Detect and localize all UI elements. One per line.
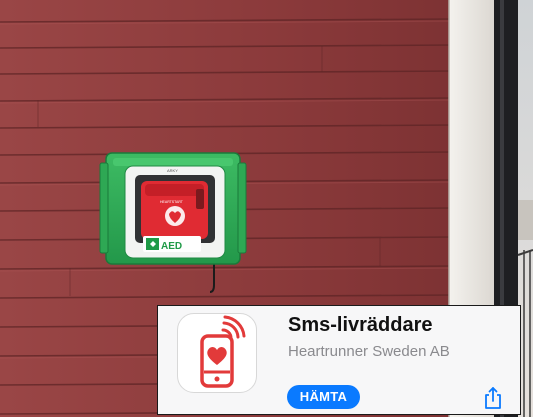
share-icon[interactable]	[483, 386, 503, 410]
app-store-card[interactable]: Sms-livräddare Heartrunner Sweden AB HÄM…	[157, 305, 521, 415]
app-name: Sms-livräddare	[288, 314, 433, 336]
aed-cabinet: AED ARKY HEARTSTART	[99, 152, 247, 265]
cabinet-aed-label: AED	[161, 241, 182, 252]
app-developer: Heartrunner Sweden AB	[288, 343, 450, 360]
phone-heart-signal-icon	[200, 315, 246, 388]
get-button[interactable]: HÄMTA	[287, 385, 360, 409]
cabinet-brand-label: ARKY	[167, 168, 178, 173]
app-icon[interactable]	[177, 313, 257, 393]
defibrillator-label: HEARTSTART	[160, 200, 184, 204]
